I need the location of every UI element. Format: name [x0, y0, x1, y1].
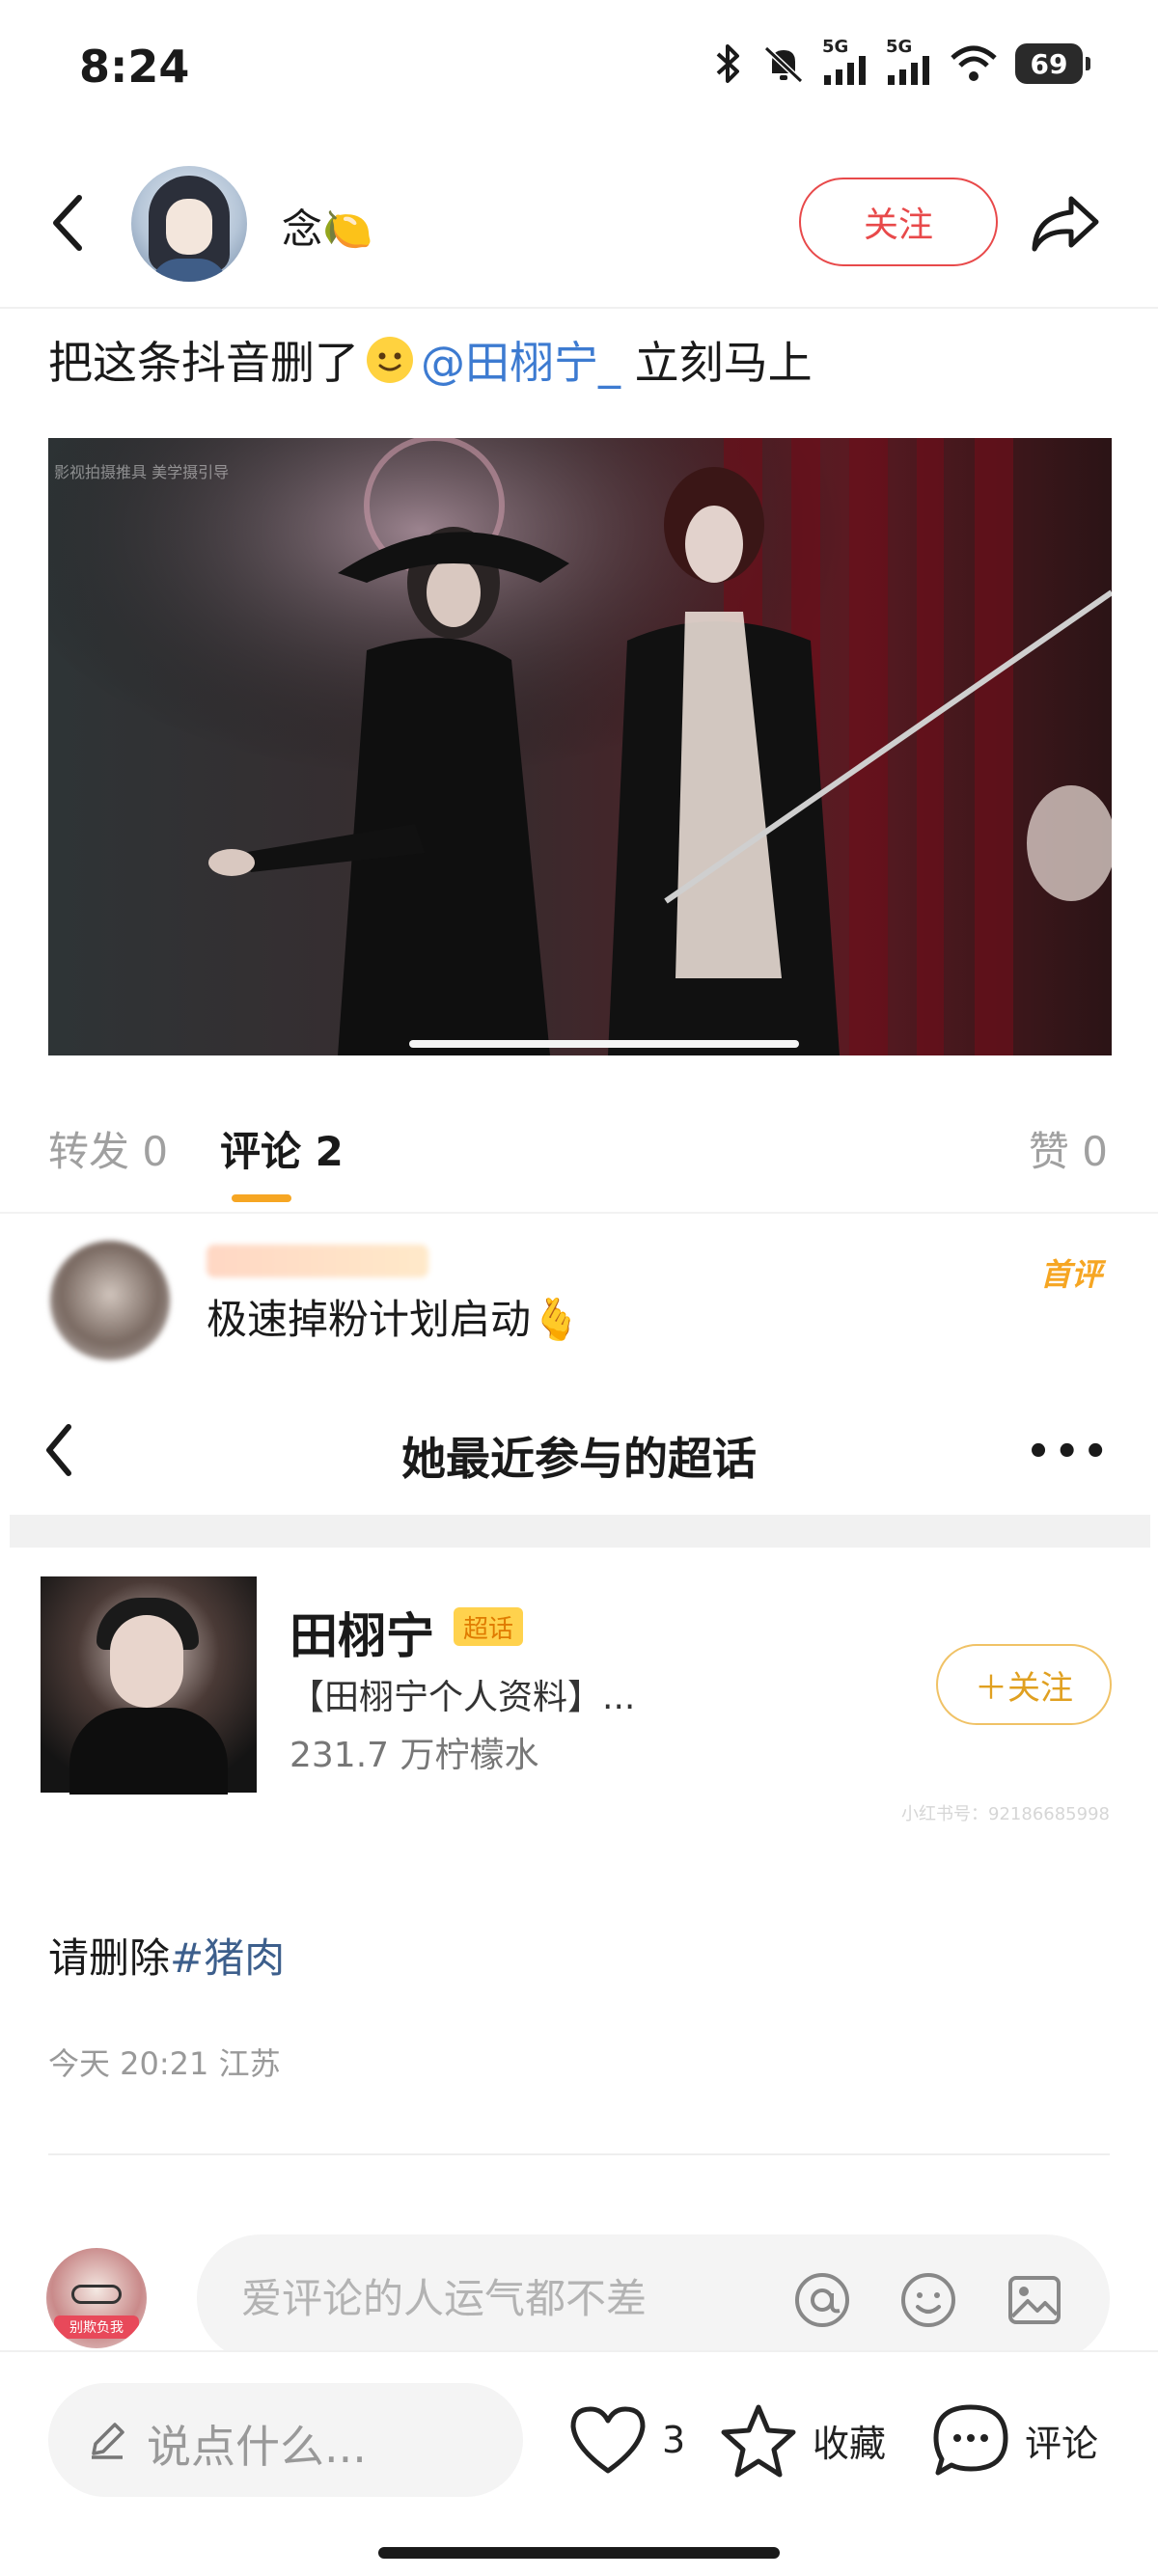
image-watermark: 影视拍摄推具 美学摄引导	[54, 463, 230, 481]
status-time: 8:24	[79, 41, 190, 93]
back-button[interactable]	[41, 189, 95, 257]
first-comment-badge: 首评	[1039, 1256, 1102, 1293]
comment-label: 评论	[1025, 2422, 1099, 2465]
battery-indicator: 69	[1015, 43, 1090, 84]
post-meta: 今天 20:21 江苏	[48, 2045, 281, 2082]
bottom-action-bar: 说点什么... 3 收藏 评论	[0, 2350, 1158, 2576]
tab-comment[interactable]: 评论 2	[220, 1119, 344, 1178]
author-avatar[interactable]	[131, 166, 247, 282]
post-text: 把这条抖音删了 @田栩宁_ 立刻马上	[48, 328, 813, 392]
header-divider	[0, 307, 1158, 309]
signal-2: 5G	[886, 37, 932, 85]
emoji-icon	[901, 2273, 955, 2327]
mute-bell-icon	[763, 45, 804, 84]
supertopic-panel-header: 她最近参与的超话 •••	[0, 1387, 1158, 1513]
panel-gap	[10, 1515, 1150, 1548]
commenter-avatar[interactable]	[50, 1241, 170, 1360]
supertopic-badge: 超话	[454, 1607, 523, 1646]
collect-label: 收藏	[813, 2422, 887, 2465]
say-something-placeholder: 说点什么...	[147, 2421, 367, 2473]
supertopic-description: 【田栩宁个人资料】...	[290, 1678, 636, 1717]
share-button[interactable]	[1027, 187, 1104, 260]
active-tab-indicator	[232, 1194, 291, 1202]
like-button[interactable]: 3	[567, 2397, 685, 2483]
wifi-icon	[951, 45, 997, 81]
author-username[interactable]: 念🍋	[282, 197, 372, 256]
post-body-text: 请删除	[48, 1934, 171, 1982]
network-label-2: 5G	[886, 37, 913, 57]
post-body: 请删除#猪肉	[48, 1926, 285, 1985]
tab-repost[interactable]: 转发 0	[48, 1119, 168, 1178]
status-bar: 8:24 5G 5G 69	[0, 0, 1158, 135]
post-text-tail: 立刻马上	[620, 337, 813, 389]
comment-input[interactable]	[241, 2269, 762, 2327]
comment-bubble-icon	[933, 2404, 1008, 2476]
share-icon	[1032, 196, 1099, 252]
supertopic-card[interactable]: 田栩宁 超话 【田栩宁个人资料】... 231.7 万柠檬水 ＋关注 小红书号：…	[0, 1563, 1158, 1824]
network-label-1: 5G	[822, 37, 849, 57]
mention-button[interactable]	[791, 2269, 853, 2331]
supertopic-watermark: 小红书号：92186685998	[901, 1804, 1110, 1824]
image-icon	[1008, 2276, 1061, 2324]
post-header: 念🍋 关注	[0, 154, 1158, 289]
at-sign-icon	[795, 2273, 849, 2327]
commenter-name-blurred	[207, 1245, 428, 1277]
hashtag-link[interactable]: #猪肉	[170, 1934, 285, 1982]
panel-title: 她最近参与的超话	[401, 1433, 757, 1485]
pen-icon-wrap	[83, 2416, 131, 2464]
like-count: 3	[662, 2419, 686, 2461]
comment-button[interactable]: 评论	[930, 2397, 1098, 2483]
video-progress-bar[interactable]	[409, 1040, 799, 1048]
tabs-divider	[0, 1212, 1158, 1214]
signal-icon	[824, 56, 866, 85]
my-avatar[interactable]: 别欺负我	[46, 2248, 147, 2348]
interaction-tabs: 转发 0 评论 2 赞 0	[0, 1119, 1158, 1202]
supertopic-fan-count: 231.7 万柠檬水	[290, 1736, 539, 1775]
collect-button[interactable]: 收藏	[718, 2397, 886, 2483]
signal-icon	[888, 56, 929, 85]
home-indicator[interactable]	[378, 2547, 780, 2559]
mention-link[interactable]: @田栩宁_	[421, 328, 620, 392]
bluetooth-icon	[716, 44, 739, 83]
comment-input-box[interactable]	[197, 2234, 1110, 2362]
stage-photo-illustration	[48, 438, 1112, 1055]
meta-divider	[48, 2153, 1110, 2155]
supertopic-follow-button[interactable]: ＋关注	[936, 1644, 1112, 1725]
supertopic-name[interactable]: 田栩宁	[290, 1598, 434, 1667]
chevron-left-icon	[53, 195, 82, 251]
say-something-input[interactable]: 说点什么...	[48, 2383, 523, 2497]
signal-1: 5G	[822, 37, 868, 85]
status-icons: 5G 5G 69	[712, 37, 1090, 85]
star-icon	[721, 2404, 796, 2478]
pen-icon	[92, 2423, 124, 2459]
avatar-tag: 别欺负我	[54, 2316, 139, 2339]
comment-item[interactable]: 极速掉粉计划启动🫰 首评	[0, 1231, 1158, 1376]
follow-button[interactable]: 关注	[799, 178, 998, 266]
heart-icon	[570, 2406, 646, 2474]
emoji-button[interactable]	[897, 2269, 959, 2331]
smile-emoji-icon	[367, 337, 413, 383]
tab-like[interactable]: 赞 0	[1029, 1119, 1108, 1178]
image-button[interactable]	[1004, 2269, 1065, 2331]
supertopic-thumbnail[interactable]	[41, 1576, 257, 1795]
post-text-main: 把这条抖音删了	[48, 337, 359, 389]
more-options-button[interactable]: •••	[1026, 1430, 1112, 1474]
comment-text: 极速掉粉计划启动🫰	[207, 1296, 582, 1343]
post-video-thumbnail[interactable]: 影视拍摄推具 美学摄引导	[48, 438, 1112, 1055]
